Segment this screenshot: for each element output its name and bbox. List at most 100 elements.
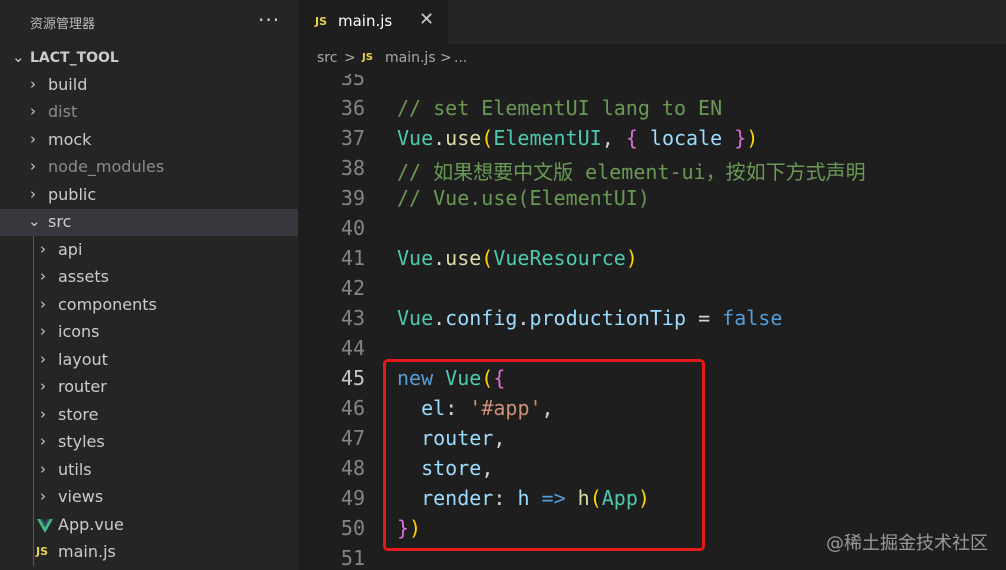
folder-label: store (58, 405, 99, 424)
file-label: App.vue (58, 515, 124, 534)
code-token: } (734, 126, 747, 150)
chevron-right-icon: › (40, 460, 46, 478)
folder-styles[interactable]: › styles (0, 429, 298, 456)
chevron-right-icon: › (30, 75, 36, 93)
line-number: 50 (340, 516, 365, 540)
code-token: VueResource (493, 246, 626, 270)
breadcrumb-src[interactable]: src (317, 50, 337, 66)
tab-main-js[interactable]: JS main.js ✕ (298, 0, 448, 44)
folder-node-modules[interactable]: › node_modules (0, 154, 298, 181)
line-number: 48 (340, 456, 365, 480)
folder-api[interactable]: › api (0, 237, 298, 264)
explorer-sidebar: 资源管理器 ··· ⌄ LACT_TOOL › build › dist › m… (0, 0, 298, 570)
code-token: use (445, 126, 482, 150)
chevron-right-icon: › (40, 350, 46, 368)
code-token: ( (481, 126, 494, 150)
line-number: 40 (340, 216, 365, 240)
chevron-right-icon: › (40, 405, 46, 423)
line-number: 38 (340, 156, 365, 180)
folder-label: src (48, 212, 72, 231)
file-main-js[interactable]: JS main.js (0, 539, 298, 566)
folder-dist[interactable]: › dist (0, 99, 298, 126)
js-file-icon: JS (315, 15, 328, 28)
folder-utils[interactable]: › utils (0, 457, 298, 484)
chevron-right-icon: › (40, 240, 46, 258)
chevron-right-icon: › (30, 102, 36, 120)
chevron-right-icon: > (344, 50, 356, 66)
code-token: ( (481, 246, 494, 270)
chevron-down-icon: ⌄ (28, 212, 41, 230)
line-number: 47 (340, 426, 365, 450)
code-line: 36 // set ElementUI lang to EN (298, 94, 1006, 124)
explorer-root-folder[interactable]: ⌄ LACT_TOOL (0, 45, 298, 72)
folder-label: build (48, 75, 88, 94)
breadcrumb-symbols[interactable]: ... (454, 50, 467, 66)
js-file-icon: JS (362, 52, 373, 63)
folder-label: layout (58, 350, 108, 369)
file-label: main.js (58, 542, 116, 561)
code-line: 39 // Vue.use(ElementUI) (298, 184, 1006, 214)
folder-layout[interactable]: › layout (0, 347, 298, 374)
folder-assets[interactable]: › assets (0, 264, 298, 291)
code-line: 35 (298, 74, 1006, 94)
more-actions-icon[interactable]: ··· (258, 8, 280, 32)
folder-label: views (58, 487, 104, 506)
chevron-right-icon: › (40, 377, 46, 395)
folder-src[interactable]: ⌄ src (0, 209, 298, 236)
folder-mock[interactable]: › mock (0, 127, 298, 154)
highlight-annotation-box (383, 359, 705, 551)
folder-label: components (58, 295, 157, 314)
line-number: 43 (340, 306, 365, 330)
chevron-right-icon: › (40, 267, 46, 285)
code-token: ) (746, 126, 759, 150)
breadcrumb-main-js[interactable]: main.js (385, 50, 436, 66)
explorer-title: 资源管理器 (30, 17, 96, 32)
code-token: Vue (397, 126, 434, 150)
line-number: 42 (340, 276, 365, 300)
chevron-right-icon: > (440, 50, 452, 66)
folder-label: assets (58, 267, 109, 286)
file-app-vue[interactable]: App.vue (0, 512, 298, 539)
code-text: // 如果想要中文版 element-ui，按如下方式声明 (397, 160, 866, 184)
code-token: Vue (397, 246, 434, 270)
chevron-right-icon: › (30, 130, 36, 148)
folder-label: node_modules (48, 157, 165, 176)
line-number: 36 (340, 96, 365, 120)
folder-label: api (58, 240, 83, 259)
code-text: // set ElementUI lang to EN (397, 96, 723, 120)
code-line: 40 (298, 214, 1006, 244)
code-line: 38 // 如果想要中文版 element-ui，按如下方式声明 (298, 154, 1006, 184)
code-token: ElementUI (493, 126, 602, 150)
folder-components[interactable]: › components (0, 292, 298, 319)
folder-store[interactable]: › store (0, 402, 298, 429)
code-token: use (445, 246, 482, 270)
folder-build[interactable]: › build (0, 72, 298, 99)
code-token: false (722, 306, 783, 330)
tab-label: main.js (338, 12, 393, 30)
code-line: 42 (298, 274, 1006, 304)
folder-views[interactable]: › views (0, 484, 298, 511)
folder-icons[interactable]: › icons (0, 319, 298, 346)
watermark: @稀土掘金技术社区 (826, 533, 988, 554)
breadcrumb: src > JS main.js > ... (298, 44, 1006, 74)
folder-label: styles (58, 432, 105, 451)
close-icon[interactable]: ✕ (419, 9, 434, 30)
editor-tab-bar: JS main.js ✕ (298, 0, 1006, 44)
code-token: locale (649, 126, 723, 150)
folder-router[interactable]: › router (0, 374, 298, 401)
code-token: = (698, 306, 711, 330)
chevron-right-icon: › (40, 322, 46, 340)
line-number: 44 (340, 336, 365, 360)
root-folder-label: LACT_TOOL (30, 50, 119, 66)
line-number: 39 (340, 186, 365, 210)
line-number: 41 (340, 246, 365, 270)
line-number: 46 (340, 396, 365, 420)
code-token: . (433, 126, 446, 150)
chevron-right-icon: › (30, 185, 36, 203)
line-number: 37 (340, 126, 365, 150)
folder-public[interactable]: › public (0, 182, 298, 209)
